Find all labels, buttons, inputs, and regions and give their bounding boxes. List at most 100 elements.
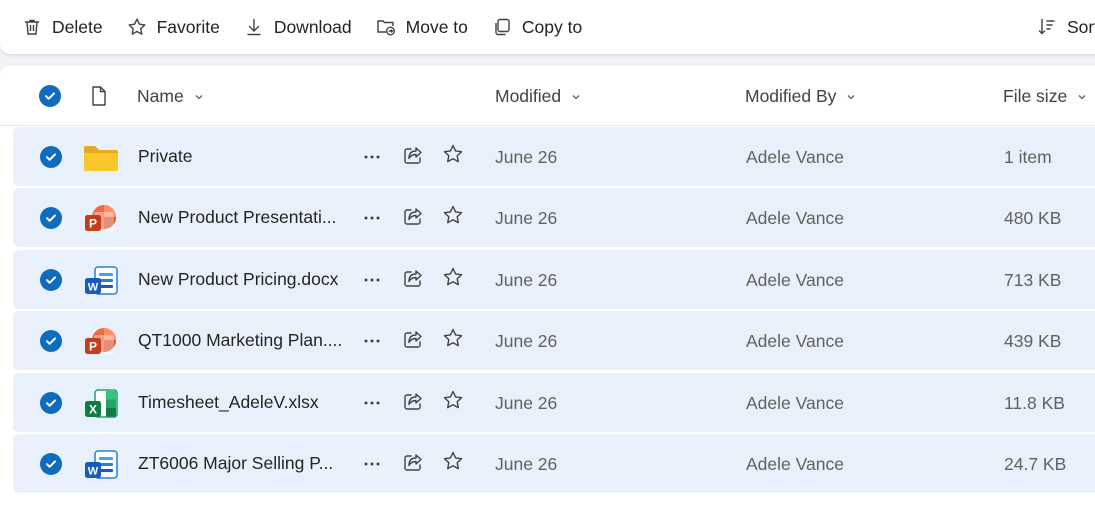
more-options-icon[interactable] bbox=[362, 270, 382, 290]
favorite-star-icon[interactable] bbox=[442, 389, 464, 411]
copy-to-button[interactable]: Copy to bbox=[492, 10, 582, 44]
table-row[interactable]: P QT1000 Marketing Plan.... June 26 Adele V… bbox=[13, 311, 1095, 371]
column-name[interactable]: Name bbox=[137, 86, 204, 107]
modified-date: June 26 bbox=[495, 147, 558, 167]
favorite-star-icon[interactable] bbox=[442, 450, 464, 472]
table-row[interactable]: P New Product Presentati... June 26 Adele V… bbox=[13, 188, 1095, 248]
modified-date: June 26 bbox=[495, 208, 558, 229]
checkmark-icon bbox=[45, 92, 55, 100]
row-checkbox[interactable] bbox=[40, 330, 62, 353]
file-list: Name Modified Modified By File size Priv… bbox=[0, 66, 1095, 506]
row-checkbox[interactable] bbox=[40, 452, 62, 475]
modified-by: Adele Vance bbox=[746, 331, 844, 352]
file-name[interactable]: ZT6006 Major Selling P... bbox=[138, 453, 333, 474]
chevron-down-icon bbox=[1078, 94, 1086, 99]
modified-date: June 26 bbox=[495, 453, 558, 474]
file-size: 439 KB bbox=[1004, 331, 1062, 352]
powerpoint-icon: P bbox=[81, 202, 121, 236]
file-name[interactable]: QT1000 Marketing Plan.... bbox=[138, 330, 342, 351]
checkmark-icon bbox=[46, 153, 56, 161]
excel-icon: X bbox=[81, 387, 121, 421]
column-file-size[interactable]: File size bbox=[1003, 86, 1087, 107]
favorite-button[interactable]: Favorite bbox=[127, 10, 220, 44]
share-icon[interactable] bbox=[402, 390, 424, 412]
table-row[interactable]: W ZT6006 Major Selling P... June 26 Adele V… bbox=[13, 433, 1095, 493]
table-row[interactable]: W New Product Pricing.docx June 26 Adele Va… bbox=[13, 249, 1095, 309]
modified-date: June 26 bbox=[495, 269, 558, 290]
file-rows: Private June 26 Adele Vance 1 item P New Prod… bbox=[13, 127, 1095, 495]
favorite-star-icon[interactable] bbox=[442, 266, 464, 288]
star-icon bbox=[128, 18, 146, 35]
download-label: Download bbox=[273, 16, 352, 37]
modified-by: Adele Vance bbox=[746, 453, 844, 474]
file-type-icon bbox=[92, 86, 106, 106]
checkmark-icon bbox=[46, 214, 56, 223]
share-icon[interactable] bbox=[402, 328, 424, 350]
table-row[interactable]: Private June 26 Adele Vance 1 item bbox=[13, 127, 1095, 186]
checkmark-icon bbox=[46, 337, 56, 345]
move-to-button[interactable]: Move to bbox=[376, 10, 468, 44]
column-modified-label: Modified bbox=[495, 86, 562, 106]
more-options-icon[interactable] bbox=[362, 454, 382, 474]
row-checkbox[interactable] bbox=[40, 391, 62, 414]
table-row[interactable]: X Timesheet_AdeleV.xlsx June 26 Adele Vance… bbox=[13, 372, 1095, 432]
copy-to-label: Copy to bbox=[521, 16, 583, 37]
download-button[interactable]: Download bbox=[244, 10, 352, 44]
modified-by: Adele Vance bbox=[746, 392, 844, 413]
favorite-star-icon[interactable] bbox=[442, 143, 464, 165]
more-options-icon[interactable] bbox=[362, 147, 382, 167]
file-size: 24.7 KB bbox=[1004, 453, 1067, 474]
checkmark-icon bbox=[46, 460, 56, 468]
powerpoint-icon: P bbox=[81, 325, 121, 359]
modified-by: Adele Vance bbox=[746, 269, 844, 290]
file-name[interactable]: New Product Presentati... bbox=[138, 207, 336, 228]
sort-label: Sort bbox=[1067, 16, 1095, 37]
more-options-icon[interactable] bbox=[362, 331, 382, 351]
move-to-label: Move to bbox=[405, 16, 468, 37]
chevron-down-icon bbox=[195, 94, 203, 99]
more-options-icon[interactable] bbox=[362, 208, 382, 228]
row-checkbox[interactable] bbox=[40, 207, 62, 230]
file-size: 11.8 KB bbox=[1004, 392, 1065, 413]
svg-text:W: W bbox=[88, 465, 99, 477]
file-name[interactable]: Timesheet_AdeleV.xlsx bbox=[138, 392, 319, 413]
row-checkbox[interactable] bbox=[40, 268, 62, 291]
share-icon[interactable] bbox=[402, 267, 424, 289]
column-modified-by-label: Modified By bbox=[745, 86, 837, 106]
share-icon[interactable] bbox=[402, 205, 424, 227]
delete-button[interactable]: Delete bbox=[22, 10, 103, 44]
modified-date: June 26 bbox=[495, 331, 558, 352]
sort-button[interactable]: Sort bbox=[1037, 10, 1095, 44]
chevron-down-icon bbox=[847, 94, 855, 99]
file-name[interactable]: Private bbox=[138, 146, 192, 167]
delete-label: Delete bbox=[52, 16, 103, 37]
modified-by: Adele Vance bbox=[746, 208, 844, 229]
command-bar: Delete Favorite Download Move to Copy to… bbox=[0, 0, 1095, 54]
favorite-star-icon[interactable] bbox=[442, 204, 464, 226]
word-icon: W bbox=[81, 264, 121, 298]
file-name[interactable]: New Product Pricing.docx bbox=[138, 269, 338, 290]
modified-by: Adele Vance bbox=[746, 147, 844, 167]
modified-date: June 26 bbox=[495, 392, 558, 413]
trash-icon bbox=[25, 19, 39, 35]
favorite-star-icon[interactable] bbox=[442, 327, 464, 349]
svg-text:X: X bbox=[89, 402, 97, 416]
sort-icon bbox=[1038, 18, 1055, 35]
column-name-label: Name bbox=[137, 86, 184, 106]
favorite-label: Favorite bbox=[156, 16, 220, 37]
copy-icon bbox=[495, 18, 510, 36]
chevron-down-icon bbox=[572, 94, 580, 99]
share-icon[interactable] bbox=[402, 451, 424, 473]
select-all-checkbox[interactable] bbox=[39, 85, 61, 107]
column-file-size-label: File size bbox=[1003, 86, 1068, 106]
column-modified[interactable]: Modified bbox=[495, 86, 581, 107]
download-icon bbox=[247, 18, 261, 36]
row-checkbox[interactable] bbox=[40, 146, 62, 168]
file-size: 713 KB bbox=[1004, 269, 1062, 290]
svg-text:P: P bbox=[89, 340, 97, 354]
share-icon[interactable] bbox=[402, 144, 424, 166]
more-options-icon[interactable] bbox=[362, 393, 382, 413]
svg-text:W: W bbox=[88, 281, 99, 293]
folder-icon bbox=[81, 141, 121, 175]
column-modified-by[interactable]: Modified By bbox=[745, 86, 856, 107]
